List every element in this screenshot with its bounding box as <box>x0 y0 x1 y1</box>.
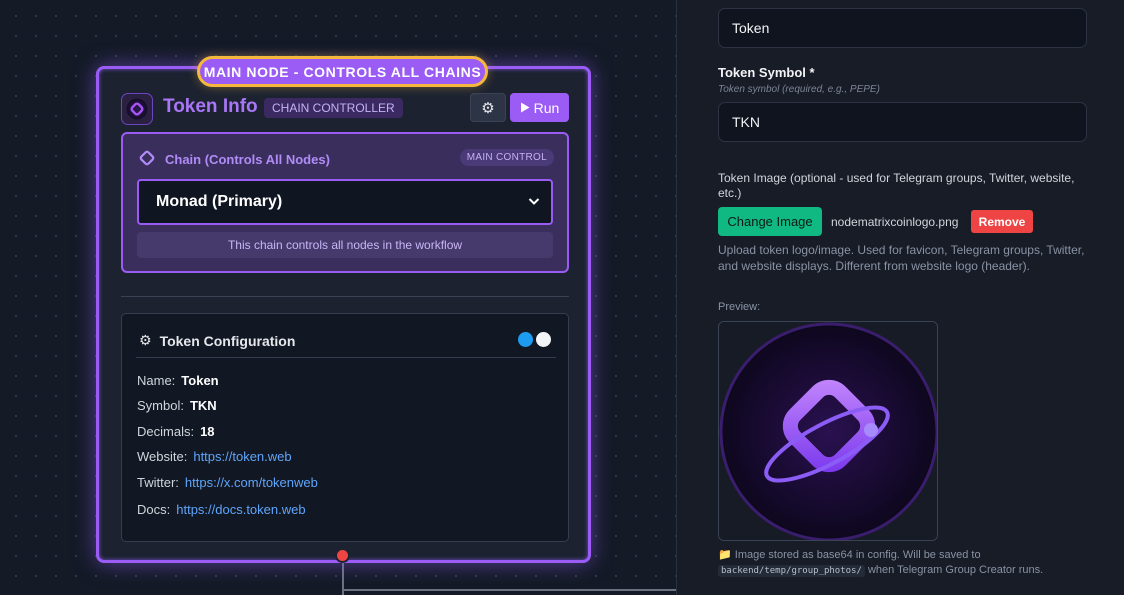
properties-panel: Token Token Symbol * Token symbol (requi… <box>677 0 1124 595</box>
chain-select[interactable]: Monad (Primary) <box>137 179 553 225</box>
chain-note: This chain controls all nodes in the wor… <box>137 232 553 258</box>
token-logo-icon <box>121 93 153 125</box>
workflow-canvas[interactable]: MAIN NODE - CONTROLS ALL CHAINS Token In… <box>0 0 676 595</box>
token-symbol-label: Token Symbol * <box>718 65 815 80</box>
main-control-badge: MAIN CONTROL <box>459 149 554 166</box>
chain-select-value: Monad (Primary) <box>156 193 283 210</box>
token-info-node[interactable]: Token Info CHAIN CONTROLLER ⚙ Run Chain … <box>96 66 591 563</box>
divider <box>136 357 556 358</box>
folder-icon: 📁 <box>718 549 732 561</box>
node-title: Token Info <box>163 96 258 117</box>
config-row-symbol: Symbol: TKN <box>137 398 217 413</box>
connector-line <box>342 589 676 591</box>
run-button[interactable]: Run <box>510 93 569 122</box>
token-symbol-hint: Token symbol (required, e.g., PEPE) <box>718 84 880 95</box>
token-config-card: ⚙ Token Configuration Name: Token Symbol:… <box>121 313 569 542</box>
divider <box>121 296 569 297</box>
token-logo-preview-icon <box>719 322 937 540</box>
token-name-input[interactable]: Token <box>718 8 1087 48</box>
stored-path: backend/temp/group_photos/ <box>718 565 865 577</box>
chain-section: Chain (Controls All Nodes) MAIN CONTROL … <box>121 132 569 273</box>
run-button-label: Run <box>533 99 560 116</box>
gear-icon: ⚙ <box>481 99 495 117</box>
preview-label: Preview: <box>718 301 761 313</box>
config-row-docs: Docs: https://docs.token.web <box>137 502 306 517</box>
twitter-dot-icon <box>518 332 533 347</box>
remove-image-button[interactable]: Remove <box>971 210 1033 233</box>
chain-label: Chain (Controls All Nodes) <box>165 152 330 167</box>
twitter-link[interactable]: https://x.com/tokenweb <box>185 475 318 490</box>
config-title-label: Token Configuration <box>159 332 296 349</box>
chevron-down-icon <box>528 198 540 205</box>
output-port[interactable] <box>335 548 350 563</box>
diamond-chain-icon <box>139 150 155 166</box>
config-row-name: Name: Token <box>137 373 219 388</box>
node-settings-button[interactable]: ⚙ <box>470 93 506 122</box>
change-image-button[interactable]: Change Image <box>718 207 822 236</box>
config-row-twitter: Twitter: https://x.com/tokenweb <box>137 475 318 490</box>
gear-icon: ⚙ <box>139 332 152 348</box>
stored-note: 📁 Image stored as base64 in config. Will… <box>718 549 1044 577</box>
image-preview <box>718 321 938 541</box>
config-row-decimals: Decimals: 18 <box>137 424 215 439</box>
config-row-website: Website: https://token.web <box>137 449 292 464</box>
chain-controller-tag: CHAIN CONTROLLER <box>264 98 403 118</box>
image-filename: nodematrixcoinlogo.png <box>831 215 959 229</box>
config-title: ⚙ Token Configuration <box>139 332 295 349</box>
docs-dot-icon <box>536 332 551 347</box>
play-icon <box>520 102 530 113</box>
token-image-label: Token Image (optional - used for Telegra… <box>718 171 1075 200</box>
node-header: Token Info CHAIN CONTROLLER ⚙ Run <box>121 92 569 125</box>
docs-link[interactable]: https://docs.token.web <box>176 502 305 517</box>
main-node-badge: MAIN NODE - CONTROLS ALL CHAINS <box>197 56 488 87</box>
token-symbol-input[interactable]: TKN <box>718 102 1087 142</box>
website-link[interactable]: https://token.web <box>193 449 291 464</box>
upload-note: Upload token logo/image. Used for favico… <box>718 243 1085 273</box>
